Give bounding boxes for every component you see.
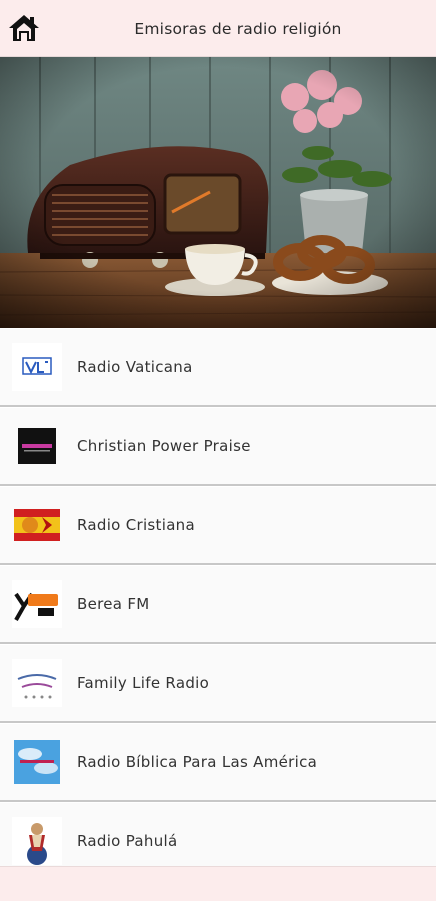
station-row-radio-vaticana[interactable]: Radio Vaticana bbox=[0, 329, 436, 407]
home-icon[interactable] bbox=[8, 13, 40, 43]
station-row-radio-biblica[interactable]: Radio Bíblica Para Las América bbox=[0, 724, 436, 802]
station-name: Radio Vaticana bbox=[77, 358, 193, 376]
berea-fm-logo bbox=[12, 580, 62, 628]
radio-biblica-logo bbox=[12, 738, 62, 786]
hero-image bbox=[0, 57, 436, 328]
bottom-bar bbox=[0, 866, 436, 901]
station-name: Christian Power Praise bbox=[77, 437, 251, 455]
station-row-berea-fm[interactable]: Berea FM bbox=[0, 566, 436, 644]
station-list: Radio Vaticana Christian Power Praise Ra… bbox=[0, 329, 436, 882]
radio-pahula-logo bbox=[12, 817, 62, 865]
radio-vaticana-logo bbox=[12, 343, 62, 391]
station-name: Radio Bíblica Para Las América bbox=[77, 753, 318, 771]
app-header: Emisoras de radio religión bbox=[0, 0, 436, 57]
radio-cristiana-logo bbox=[12, 501, 62, 549]
christian-power-praise-logo bbox=[12, 422, 62, 470]
station-name: Family Life Radio bbox=[77, 674, 210, 692]
family-life-radio-logo bbox=[12, 659, 62, 707]
station-name: Radio Cristiana bbox=[77, 516, 195, 534]
page-title: Emisoras de radio religión bbox=[134, 20, 342, 38]
station-name: Berea FM bbox=[77, 595, 150, 613]
station-row-radio-cristiana[interactable]: Radio Cristiana bbox=[0, 487, 436, 565]
station-row-christian-power-praise[interactable]: Christian Power Praise bbox=[0, 408, 436, 486]
station-row-family-life-radio[interactable]: Family Life Radio bbox=[0, 645, 436, 723]
